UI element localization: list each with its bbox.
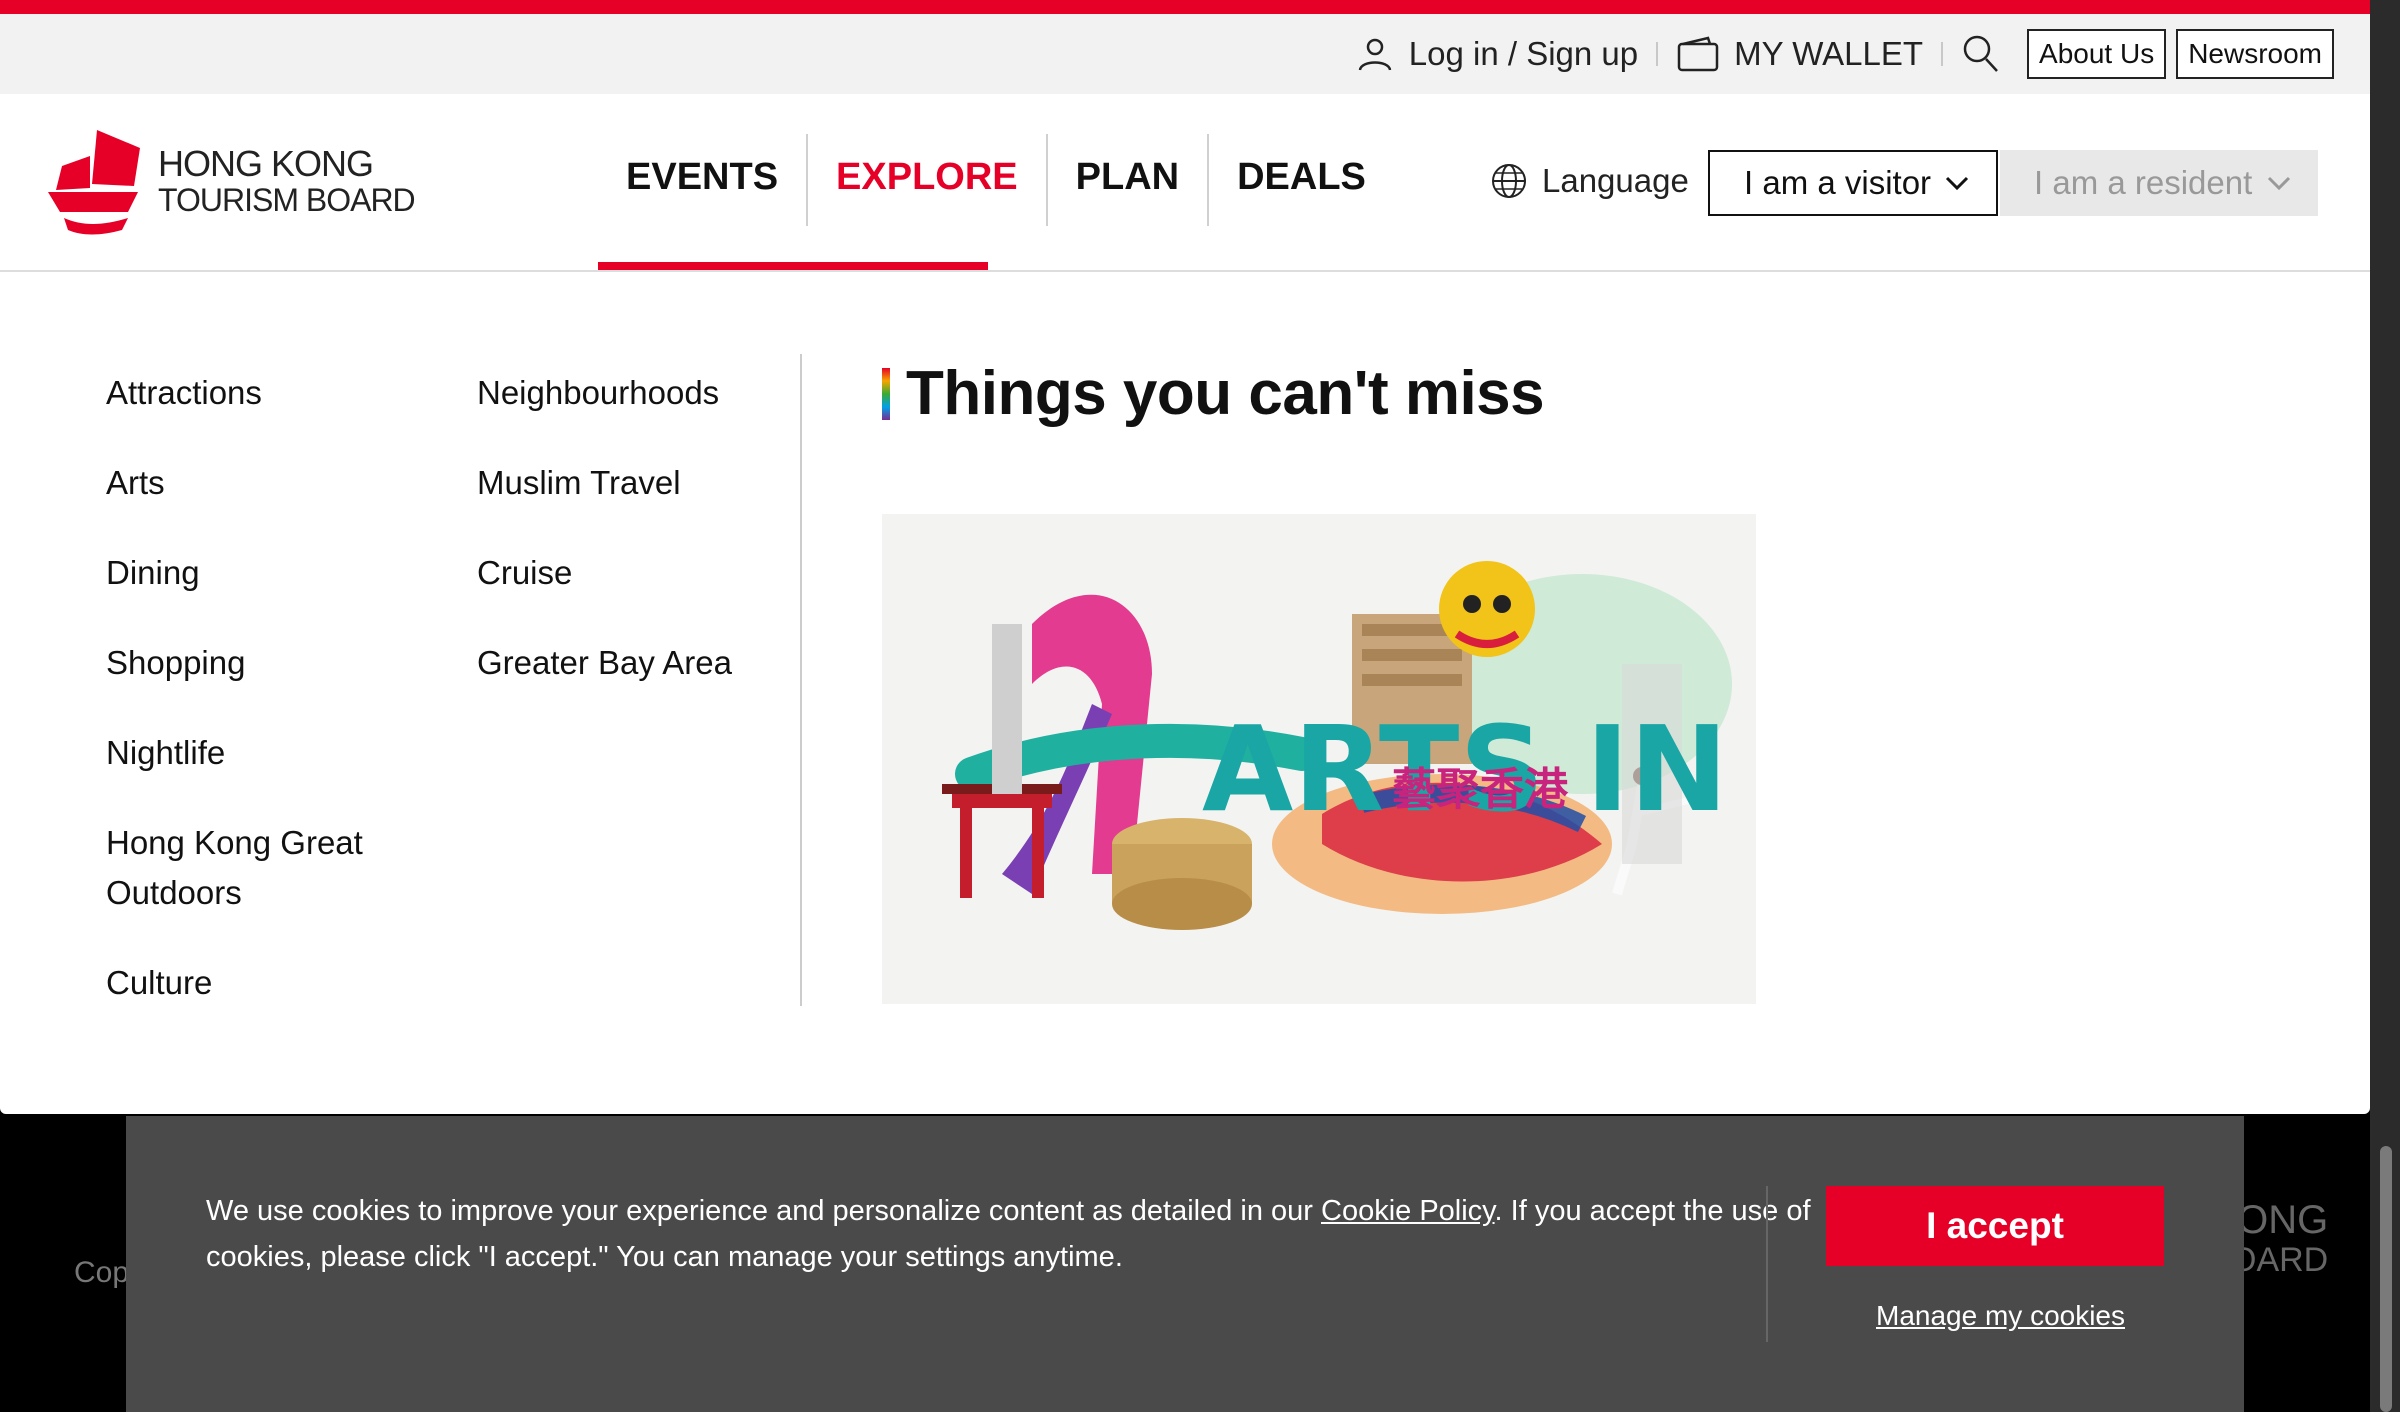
rainbow-accent-bar	[882, 367, 890, 420]
resident-select[interactable]: I am a resident	[2000, 150, 2318, 216]
cookie-text-before: We use cookies to improve your experienc…	[206, 1195, 1321, 1227]
menu-link-cruise[interactable]: Cruise	[477, 548, 777, 598]
wallet-icon	[1676, 34, 1720, 74]
menu-column-1: Attractions Arts Dining Shopping Nightli…	[106, 368, 406, 1048]
feature-title: Things you can't miss	[906, 359, 1545, 428]
login-label: Log in / Sign up	[1408, 35, 1639, 72]
menu-link-great-outdoors[interactable]: Hong Kong Great Outdoors	[106, 818, 406, 918]
top-red-stripe	[0, 0, 2370, 14]
newsroom-button[interactable]: Newsroom	[2176, 29, 2334, 79]
separator	[1656, 42, 1659, 66]
logo-line-2: TOURISM BOARD	[158, 182, 416, 218]
wallet-label: MY WALLET	[1734, 35, 1924, 72]
chevron-down-icon	[1945, 176, 1969, 191]
nav-deals[interactable]: DEALS	[1209, 134, 1394, 226]
user-icon	[1355, 34, 1395, 74]
footer-logo-fragment: ONG OARD	[2230, 1200, 2328, 1280]
separator	[1941, 42, 1944, 66]
logo-text: HONG KONG TOURISM BOARD	[158, 143, 416, 219]
wallet-link[interactable]: MY WALLET	[1676, 34, 1923, 74]
menu-link-neighbourhoods[interactable]: Neighbourhoods	[477, 368, 777, 418]
scrollbar-thumb[interactable]	[2380, 1146, 2392, 1412]
login-link[interactable]: Log in / Sign up	[1355, 34, 1638, 74]
menu-link-greater-bay-area[interactable]: Greater Bay Area	[477, 638, 777, 688]
menu-divider	[800, 354, 802, 1006]
cookie-banner: We use cookies to improve your experienc…	[126, 1116, 2244, 1412]
footer-copyright-fragment: Cop	[74, 1256, 130, 1289]
arts-in-hk-artwork: ARTS IN HK . 藝聚香港	[882, 514, 1756, 1004]
menu-link-nightlife[interactable]: Nightlife	[106, 728, 406, 778]
about-us-button[interactable]: About Us	[2027, 29, 2167, 79]
chevron-down-icon	[2267, 176, 2291, 191]
utility-bar: Log in / Sign up MY WALLET About Us News…	[0, 14, 2370, 94]
main-nav: EVENTS EXPLORE PLAN DEALS	[598, 134, 1394, 272]
footer-logo-line-2: OARD	[2230, 1241, 2329, 1279]
language-selector[interactable]: Language	[1490, 162, 1689, 200]
menu-column-2: Neighbourhoods Muslim Travel Cruise Grea…	[477, 368, 777, 728]
main-header: HONG KONG TOURISM BOARD EVENTS EXPLORE P…	[0, 94, 2370, 272]
menu-link-culture[interactable]: Culture	[106, 958, 406, 1008]
menu-link-muslim-travel[interactable]: Muslim Travel	[477, 458, 777, 508]
nav-plan[interactable]: PLAN	[1048, 134, 1210, 226]
globe-icon	[1492, 164, 1526, 198]
menu-link-attractions[interactable]: Attractions	[106, 368, 406, 418]
search-icon[interactable]	[1961, 33, 2001, 75]
page: Log in / Sign up MY WALLET About Us News…	[0, 0, 2400, 1412]
menu-link-dining[interactable]: Dining	[106, 548, 406, 598]
arts-in-hk-banner-image[interactable]: ARTS IN HK . 藝聚香港	[882, 514, 1756, 1004]
accept-cookies-button[interactable]: I accept	[1826, 1186, 2164, 1266]
cookie-message: We use cookies to improve your experienc…	[206, 1188, 1826, 1280]
manage-cookies-link[interactable]: Manage my cookies	[1876, 1300, 2125, 1332]
footer-logo-line-1: ONG	[2237, 1198, 2329, 1242]
feature-heading: Things you can't miss	[882, 358, 1545, 429]
language-label: Language	[1542, 162, 1689, 199]
menu-link-arts[interactable]: Arts	[106, 458, 406, 508]
nav-explore[interactable]: EXPLORE	[808, 134, 1048, 226]
cookie-divider	[1766, 1186, 1768, 1342]
arts-text-chinese: 藝聚香港	[1392, 764, 1569, 815]
active-nav-underline	[598, 262, 988, 270]
cookie-policy-link[interactable]: Cookie Policy	[1321, 1195, 1495, 1227]
logo-line-1: HONG KONG	[158, 143, 374, 184]
explore-mega-menu: Attractions Arts Dining Shopping Nightli…	[0, 272, 2370, 1114]
visitor-select-value: I am a visitor	[1744, 164, 1932, 201]
hktb-logo[interactable]: HONG KONG TOURISM BOARD	[42, 126, 416, 238]
visitor-select[interactable]: I am a visitor	[1708, 150, 1998, 216]
junk-boat-logo-icon	[48, 130, 140, 235]
nav-events[interactable]: EVENTS	[598, 134, 809, 226]
resident-select-value: I am a resident	[2034, 164, 2253, 201]
menu-link-shopping[interactable]: Shopping	[106, 638, 406, 688]
